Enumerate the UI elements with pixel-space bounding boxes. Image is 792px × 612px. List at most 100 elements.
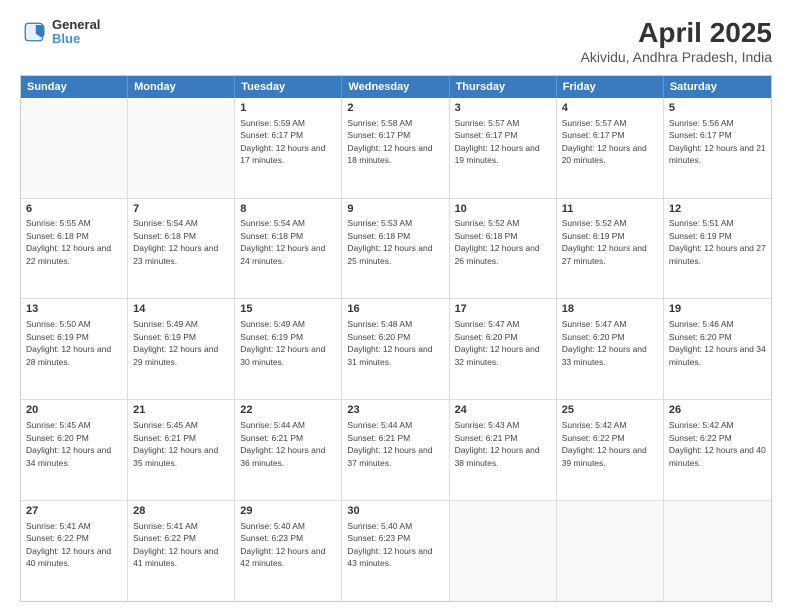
day-number: 22	[240, 403, 336, 418]
cal-cell-2-2: 7Sunrise: 5:54 AM Sunset: 6:18 PM Daylig…	[128, 199, 235, 299]
cell-info: Sunrise: 5:57 AM Sunset: 6:17 PM Dayligh…	[455, 118, 540, 165]
day-number: 13	[26, 302, 122, 317]
cell-info: Sunrise: 5:44 AM Sunset: 6:21 PM Dayligh…	[240, 420, 325, 467]
day-number: 19	[669, 302, 766, 317]
day-number: 8	[240, 202, 336, 217]
cal-cell-4-4: 23Sunrise: 5:44 AM Sunset: 6:21 PM Dayli…	[342, 400, 449, 500]
cal-cell-2-4: 9Sunrise: 5:53 AM Sunset: 6:18 PM Daylig…	[342, 199, 449, 299]
cell-info: Sunrise: 5:42 AM Sunset: 6:22 PM Dayligh…	[562, 420, 647, 467]
cal-cell-3-3: 15 Sunrise: 5:49 AM Sunset: 6:19 PM Dayli…	[235, 299, 342, 399]
cell-info: Sunrise: 5:52 AM Sunset: 6:18 PM Dayligh…	[455, 218, 540, 265]
header-thursday: Thursday	[450, 76, 557, 98]
cal-week-3: 13 Sunrise: 5:50 AM Sunset: 6:19 PM Dayli…	[21, 298, 771, 399]
day-number: 7	[133, 202, 229, 217]
day-number: 27	[26, 504, 122, 519]
cal-cell-3-6: 18 Sunrise: 5:47 AM Sunset: 6:20 PM Dayli…	[557, 299, 664, 399]
day-number: 11	[562, 202, 658, 217]
cell-info: Sunrise: 5:58 AM Sunset: 6:17 PM Dayligh…	[347, 118, 432, 165]
day-number: 3	[455, 101, 551, 116]
header-sunday: Sunday	[21, 76, 128, 98]
cal-cell-3-4: 16 Sunrise: 5:48 AM Sunset: 6:20 PM Dayli…	[342, 299, 449, 399]
cal-cell-5-2: 28 Sunrise: 5:41 AM Sunset: 6:22 PM Dayli…	[128, 501, 235, 601]
calendar: Sunday Monday Tuesday Wednesday Thursday…	[20, 75, 772, 602]
cal-cell-3-5: 17Sunrise: 5:47 AM Sunset: 6:20 PM Dayli…	[450, 299, 557, 399]
calendar-body: 1Sunrise: 5:59 AM Sunset: 6:17 PM Daylig…	[21, 98, 771, 601]
cell-info: Sunrise: 5:47 AM Sunset: 6:20 PM Dayligh…	[562, 319, 647, 366]
day-number: 15	[240, 302, 336, 317]
header-friday: Friday	[557, 76, 664, 98]
title-block: April 2025 Akividu, Andhra Pradesh, Indi…	[581, 18, 772, 65]
day-number: 26	[669, 403, 766, 418]
cal-cell-2-6: 11Sunrise: 5:52 AM Sunset: 6:19 PM Dayli…	[557, 199, 664, 299]
cal-cell-1-4: 2 Sunrise: 5:58 AM Sunset: 6:17 PM Daylig…	[342, 98, 449, 198]
day-number: 6	[26, 202, 122, 217]
cal-cell-1-5: 3 Sunrise: 5:57 AM Sunset: 6:17 PM Daylig…	[450, 98, 557, 198]
header: General Blue April 2025 Akividu, Andhra …	[20, 18, 772, 65]
cal-cell-5-7	[664, 501, 771, 601]
cell-info: Sunrise: 5:55 AM Sunset: 6:18 PM Dayligh…	[26, 218, 111, 265]
cal-cell-1-2	[128, 98, 235, 198]
cal-cell-3-2: 14 Sunrise: 5:49 AM Sunset: 6:19 PM Dayli…	[128, 299, 235, 399]
cal-cell-1-7: 5 Sunrise: 5:56 AM Sunset: 6:17 PM Daylig…	[664, 98, 771, 198]
cal-cell-5-1: 27 Sunrise: 5:41 AM Sunset: 6:22 PM Dayli…	[21, 501, 128, 601]
cal-week-5: 27 Sunrise: 5:41 AM Sunset: 6:22 PM Dayli…	[21, 500, 771, 601]
cell-info: Sunrise: 5:40 AM Sunset: 6:23 PM Dayligh…	[240, 521, 325, 568]
header-saturday: Saturday	[664, 76, 771, 98]
cell-info: Sunrise: 5:41 AM Sunset: 6:22 PM Dayligh…	[26, 521, 111, 568]
day-number: 2	[347, 101, 443, 116]
cell-info: Sunrise: 5:41 AM Sunset: 6:22 PM Dayligh…	[133, 521, 218, 568]
cal-cell-1-3: 1Sunrise: 5:59 AM Sunset: 6:17 PM Daylig…	[235, 98, 342, 198]
cal-cell-2-3: 8Sunrise: 5:54 AM Sunset: 6:18 PM Daylig…	[235, 199, 342, 299]
cell-info: Sunrise: 5:42 AM Sunset: 6:22 PM Dayligh…	[669, 420, 766, 467]
day-number: 30	[347, 504, 443, 519]
cal-cell-4-1: 20 Sunrise: 5:45 AM Sunset: 6:20 PM Dayli…	[21, 400, 128, 500]
cal-cell-5-3: 29 Sunrise: 5:40 AM Sunset: 6:23 PM Dayli…	[235, 501, 342, 601]
cell-info: Sunrise: 5:50 AM Sunset: 6:19 PM Dayligh…	[26, 319, 111, 366]
day-number: 9	[347, 202, 443, 217]
day-number: 25	[562, 403, 658, 418]
cell-info: Sunrise: 5:59 AM Sunset: 6:17 PM Dayligh…	[240, 118, 325, 165]
cal-cell-2-1: 6Sunrise: 5:55 AM Sunset: 6:18 PM Daylig…	[21, 199, 128, 299]
day-number: 29	[240, 504, 336, 519]
cal-cell-2-5: 10Sunrise: 5:52 AM Sunset: 6:18 PM Dayli…	[450, 199, 557, 299]
day-number: 10	[455, 202, 551, 217]
cal-cell-4-3: 22 Sunrise: 5:44 AM Sunset: 6:21 PM Dayli…	[235, 400, 342, 500]
cell-info: Sunrise: 5:48 AM Sunset: 6:20 PM Dayligh…	[347, 319, 432, 366]
logo-line2: Blue	[52, 32, 100, 46]
cell-info: Sunrise: 5:45 AM Sunset: 6:21 PM Dayligh…	[133, 420, 218, 467]
cal-cell-1-1	[21, 98, 128, 198]
header-wednesday: Wednesday	[342, 76, 449, 98]
cell-info: Sunrise: 5:56 AM Sunset: 6:17 PM Dayligh…	[669, 118, 766, 165]
cal-cell-4-7: 26 Sunrise: 5:42 AM Sunset: 6:22 PM Dayli…	[664, 400, 771, 500]
day-number: 24	[455, 403, 551, 418]
day-number: 20	[26, 403, 122, 418]
calendar-header-row: Sunday Monday Tuesday Wednesday Thursday…	[21, 76, 771, 98]
cal-week-1: 1Sunrise: 5:59 AM Sunset: 6:17 PM Daylig…	[21, 98, 771, 198]
cell-info: Sunrise: 5:54 AM Sunset: 6:18 PM Dayligh…	[133, 218, 218, 265]
cell-info: Sunrise: 5:53 AM Sunset: 6:18 PM Dayligh…	[347, 218, 432, 265]
calendar-subtitle: Akividu, Andhra Pradesh, India	[581, 49, 772, 65]
calendar-title: April 2025	[581, 18, 772, 49]
logo: General Blue	[20, 18, 100, 47]
cell-info: Sunrise: 5:49 AM Sunset: 6:19 PM Dayligh…	[133, 319, 218, 366]
cell-info: Sunrise: 5:49 AM Sunset: 6:19 PM Dayligh…	[240, 319, 325, 366]
day-number: 18	[562, 302, 658, 317]
day-number: 16	[347, 302, 443, 317]
cal-cell-5-4: 30Sunrise: 5:40 AM Sunset: 6:23 PM Dayli…	[342, 501, 449, 601]
cell-info: Sunrise: 5:54 AM Sunset: 6:18 PM Dayligh…	[240, 218, 325, 265]
page: General Blue April 2025 Akividu, Andhra …	[0, 0, 792, 612]
day-number: 28	[133, 504, 229, 519]
day-number: 4	[562, 101, 658, 116]
cal-cell-4-2: 21Sunrise: 5:45 AM Sunset: 6:21 PM Dayli…	[128, 400, 235, 500]
cell-info: Sunrise: 5:51 AM Sunset: 6:19 PM Dayligh…	[669, 218, 766, 265]
day-number: 14	[133, 302, 229, 317]
day-number: 5	[669, 101, 766, 116]
header-tuesday: Tuesday	[235, 76, 342, 98]
cal-cell-4-5: 24Sunrise: 5:43 AM Sunset: 6:21 PM Dayli…	[450, 400, 557, 500]
cell-info: Sunrise: 5:45 AM Sunset: 6:20 PM Dayligh…	[26, 420, 111, 467]
day-number: 12	[669, 202, 766, 217]
logo-icon	[20, 18, 48, 46]
cell-info: Sunrise: 5:46 AM Sunset: 6:20 PM Dayligh…	[669, 319, 766, 366]
cal-cell-3-7: 19 Sunrise: 5:46 AM Sunset: 6:20 PM Dayli…	[664, 299, 771, 399]
day-number: 23	[347, 403, 443, 418]
